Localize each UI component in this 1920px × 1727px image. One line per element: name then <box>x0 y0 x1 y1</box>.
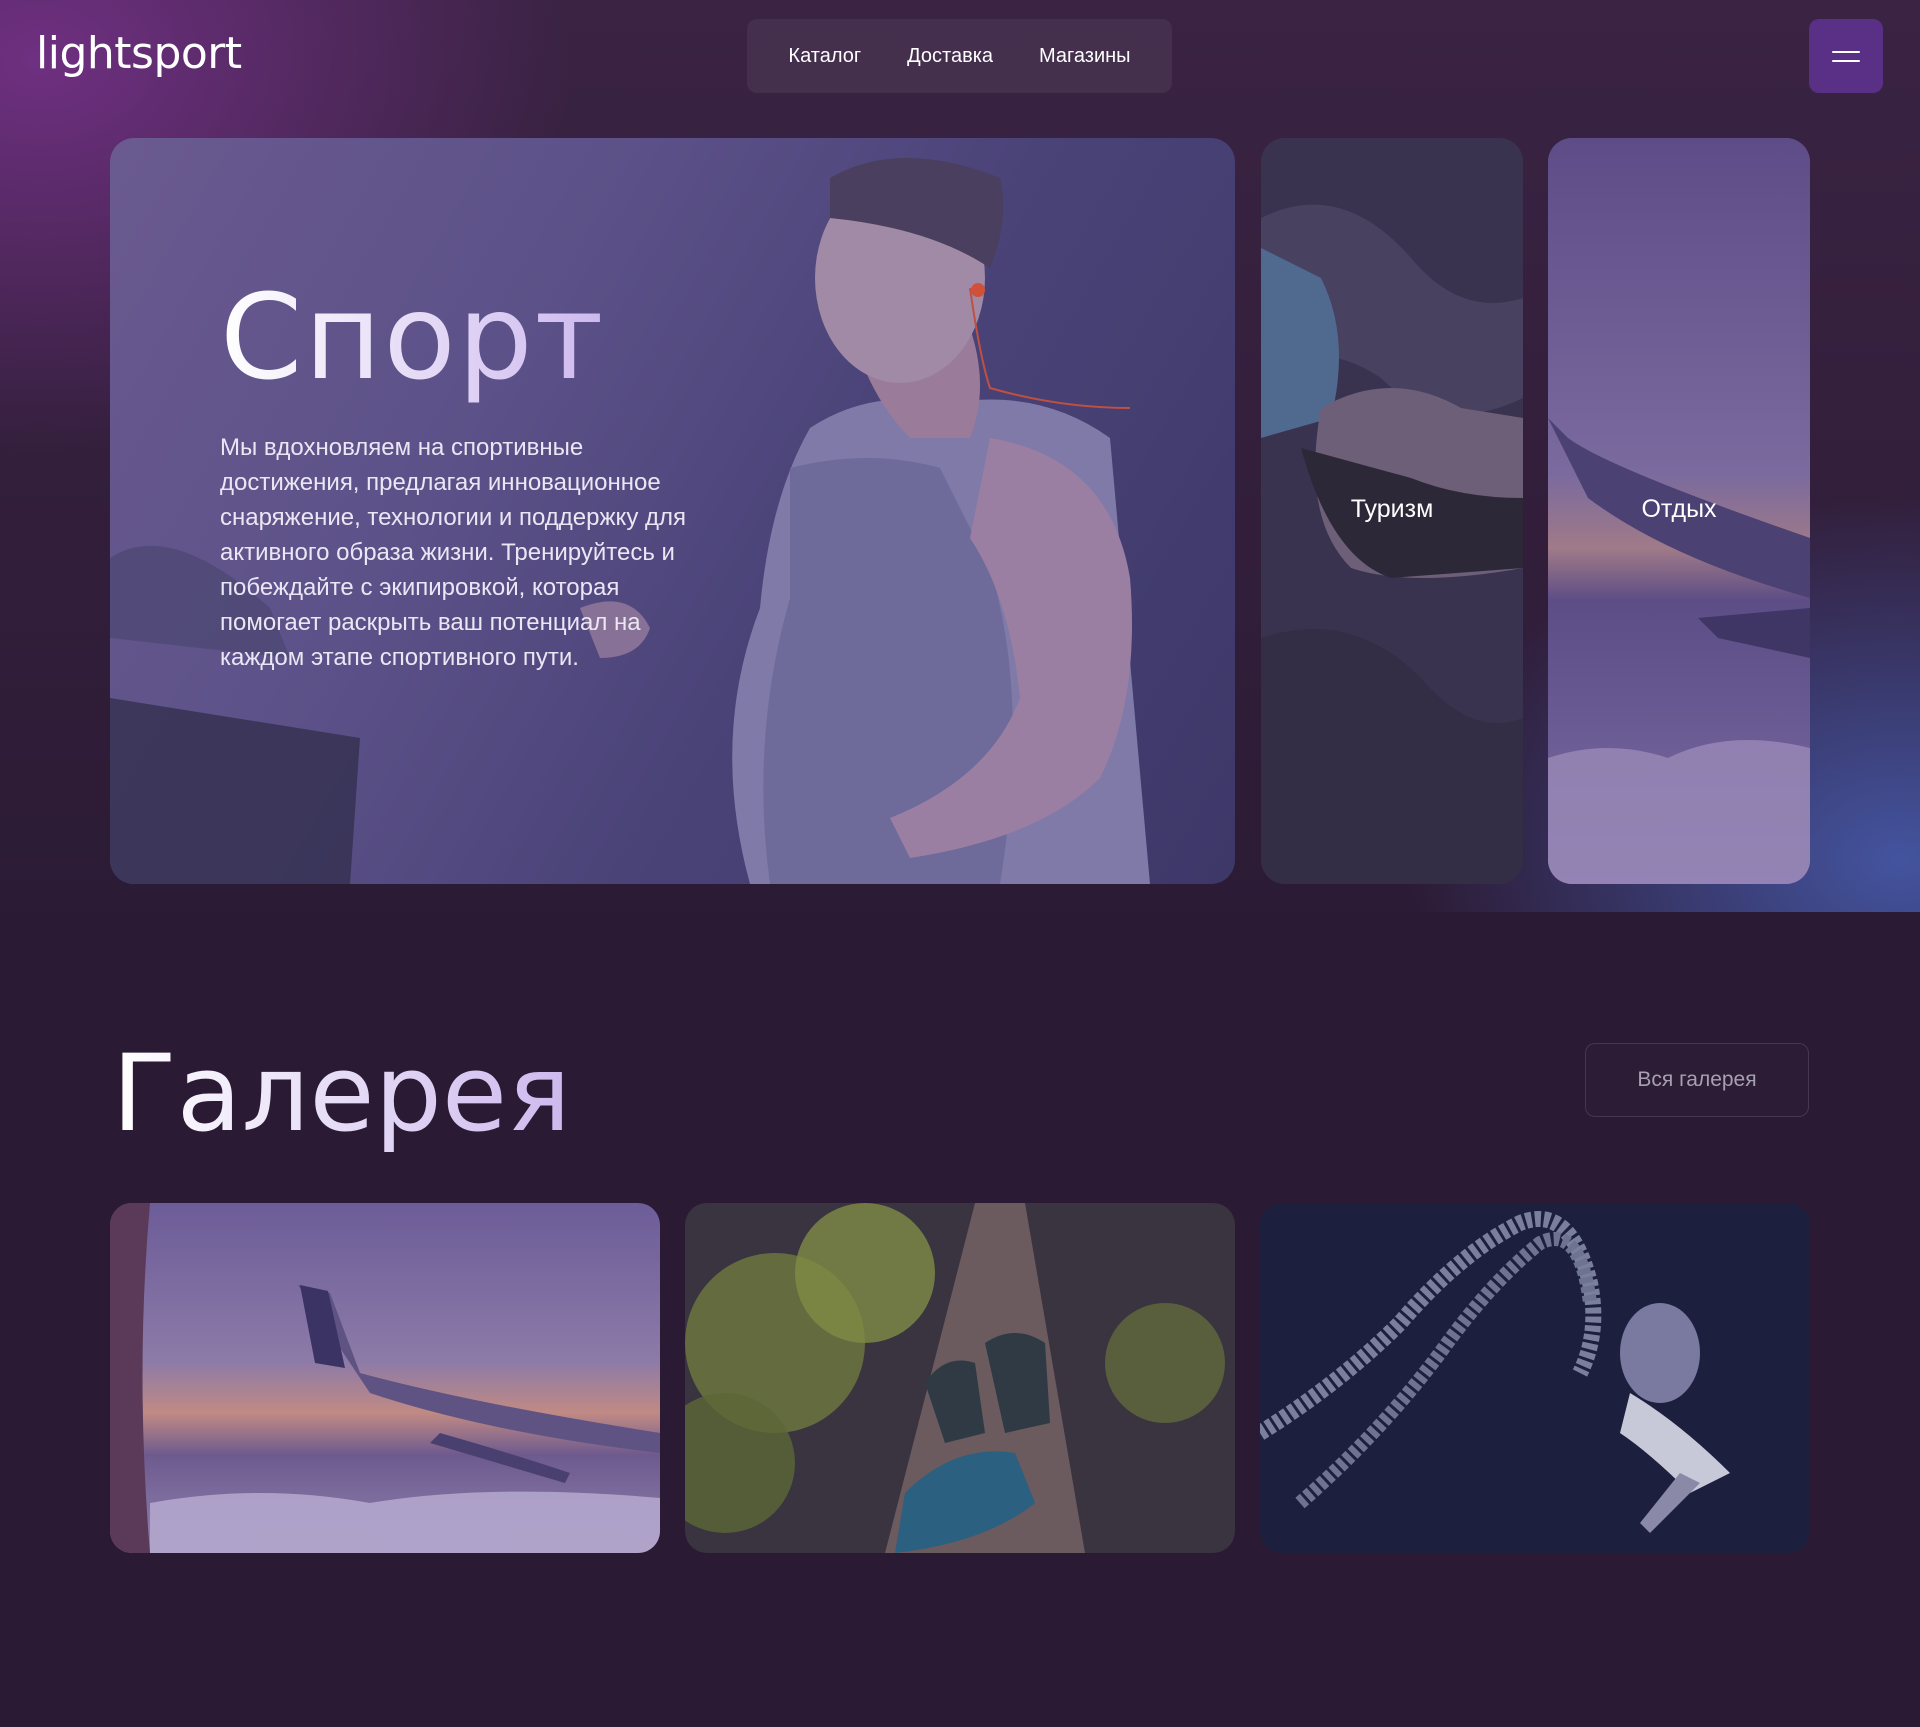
battle-ropes-image <box>1260 1203 1810 1553</box>
gallery-image-airplane[interactable] <box>110 1203 660 1553</box>
category-card-tourism[interactable]: Туризм <box>1261 138 1523 884</box>
logo[interactable]: lightsport <box>36 28 242 79</box>
nav-item-catalog[interactable]: Каталог <box>788 45 861 68</box>
category-label-tourism: Туризм <box>1350 495 1434 523</box>
category-card-rest[interactable]: Отдых <box>1548 138 1810 884</box>
gallery-title: Галерея <box>112 1032 571 1155</box>
gallery-image-forest[interactable] <box>685 1203 1235 1553</box>
hero-card-sport[interactable]: Спорт Мы вдохновляем на спортивные дости… <box>110 138 1235 884</box>
hero-title: Спорт <box>220 268 606 406</box>
nav-item-stores[interactable]: Магазины <box>1039 45 1131 68</box>
category-label-rest: Отдых <box>1641 495 1717 523</box>
menu-icon-line <box>1832 59 1860 62</box>
gallery-image-ropes[interactable] <box>1260 1203 1810 1553</box>
hero-description: Мы вдохновляем на спортивные достижения,… <box>220 434 686 671</box>
airplane-wing-image <box>110 1203 660 1553</box>
forest-sneakers-image <box>685 1203 1235 1553</box>
menu-icon <box>1832 50 1860 53</box>
nav-item-delivery[interactable]: Доставка <box>907 45 993 68</box>
menu-button[interactable] <box>1809 19 1883 93</box>
main-nav: Каталог Доставка Магазины <box>747 19 1172 93</box>
all-gallery-button[interactable]: Вся галерея <box>1585 1043 1809 1117</box>
